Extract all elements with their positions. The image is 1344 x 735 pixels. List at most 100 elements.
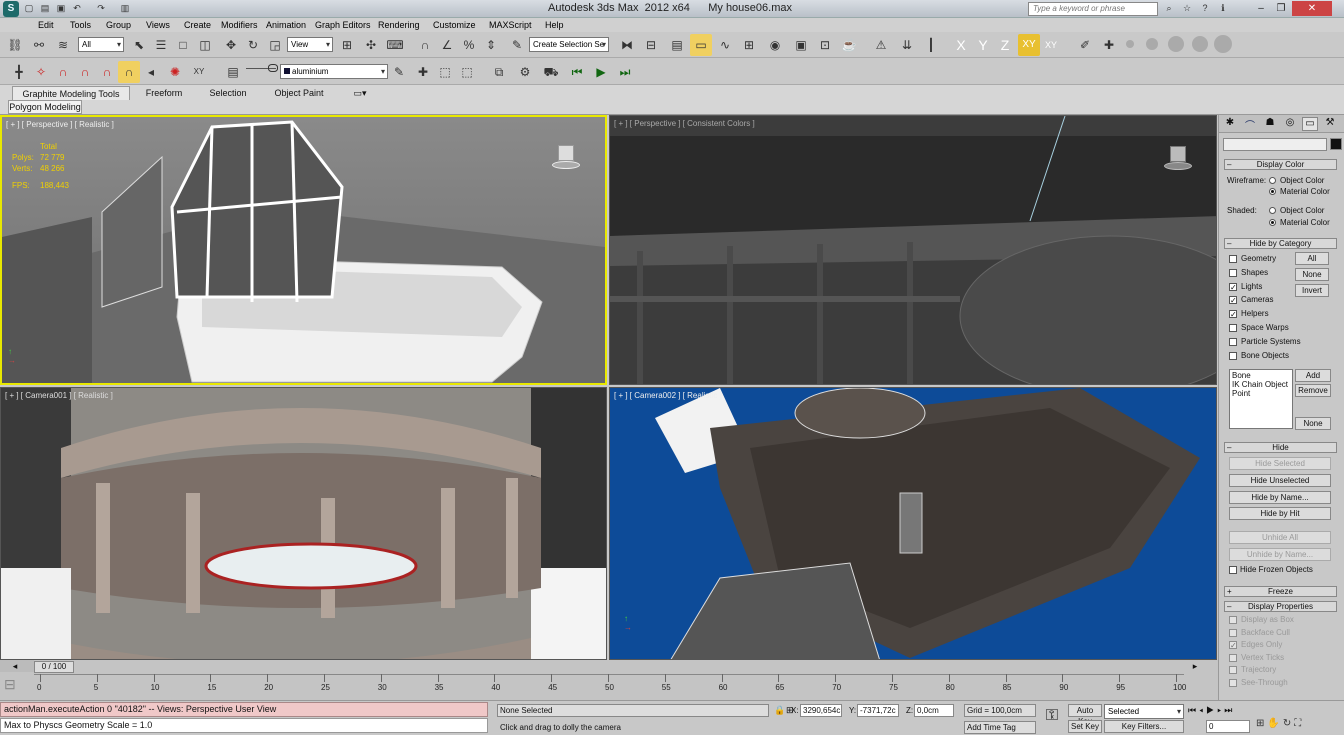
layer-add-icon[interactable]: ✎ [388,61,410,83]
viewport-br-label[interactable]: [ + ] [ Camera002 ] [ Realistic ] [614,391,722,400]
current-frame-field[interactable]: 0 [1206,720,1250,733]
z-coordinate-field[interactable]: 0,0cm [914,704,954,717]
viewport-bl-label[interactable]: [ + ] [ Camera001 ] [ Realistic ] [5,391,113,400]
menu-help[interactable]: Help [545,18,564,32]
set-key-icon[interactable]: ⚿ [1040,707,1064,731]
helper-tool-icon[interactable]: ╋ [8,61,30,83]
edit-icon[interactable]: ✐ [1074,34,1096,56]
hide-button[interactable]: Unhide by Name... [1229,548,1331,561]
physics-icon[interactable]: ⛟ [540,61,562,83]
brush-medium-icon[interactable] [1146,38,1158,50]
hide-button[interactable]: Hide by Hit [1229,507,1331,521]
list-item[interactable]: Bone [1232,371,1290,380]
viewcube-tr-icon[interactable] [1158,144,1198,172]
modify-icon[interactable]: ⌒ [1242,117,1258,132]
hide-button[interactable]: Hide Selected [1229,457,1331,470]
slider-prev-icon[interactable]: ◂ [8,661,22,673]
align-icon[interactable]: ⊟ [640,34,662,56]
axis-x[interactable]: X [950,34,972,56]
menu-edit[interactable]: Edit [38,18,54,32]
time-slider[interactable]: 0 / 100 [34,661,74,673]
keyboard-shortcut-icon[interactable]: ⌨ [384,34,406,56]
bind-spacewarp-icon[interactable]: ≋ [52,34,74,56]
add-time-tag-button[interactable]: Add Time Tag [964,721,1036,734]
lock-selection-icon[interactable]: 🔒 [774,705,785,715]
undo-icon[interactable]: ↶ [70,2,84,15]
viewport-navigation-icons[interactable]: ⊞✋↻⛶ [1256,718,1344,732]
tab-graphite-modeling[interactable]: Graphite Modeling Tools [12,86,130,100]
play-back-icon[interactable]: ⏮ [566,61,588,83]
minimize-button[interactable]: – [1252,1,1270,16]
viewport-bottom-left[interactable]: [ + ] [ Camera001 ] [ Realistic ] [0,387,607,660]
render-icon[interactable]: ☕ [838,34,860,56]
menu-rendering[interactable]: Rendering [378,18,420,32]
layer-manager-icon[interactable]: ▤ [666,34,688,56]
percent-snap-icon[interactable]: % [458,34,480,56]
maxscript-listener-input[interactable]: Max to Physcs Geometry Scale = 1.0 [0,718,488,733]
category-checkbox-shapes[interactable] [1229,268,1237,277]
menu-group[interactable]: Group [106,18,131,32]
key-mode-dropdown[interactable]: Selected [1104,704,1184,719]
viewport-bottom-right[interactable]: [ + ] [ Camera002 ] [ Realistic ] ↑ → [609,387,1217,660]
viewport-top-left[interactable]: [ + ] [ Perspective ] [ Realistic ] Tota… [0,115,607,385]
light-bulb-icon[interactable] [268,64,278,72]
category-list-none-button[interactable]: None [1295,417,1331,430]
y-coordinate-field[interactable]: -7371,72c [857,704,899,717]
display-property-checkbox[interactable] [1229,666,1237,675]
sphere-tool-icon[interactable]: ✺ [164,61,186,83]
hide-frozen-checkbox[interactable] [1229,566,1237,574]
category-all-button[interactable]: All [1295,252,1329,265]
shaded-object-color-radio[interactable] [1269,207,1276,214]
open-icon[interactable]: ▤ [38,2,52,15]
menu-customize[interactable]: Customize [433,18,476,32]
menu-graph-editors[interactable]: Graph Editors [315,18,371,32]
binoculars-icon[interactable]: ⌕ [1162,2,1176,15]
play-icon[interactable]: ▶ [590,61,612,83]
category-checkbox-lights[interactable]: ✓ [1229,282,1237,291]
restore-button[interactable]: ❐ [1272,1,1290,16]
utilities-icon[interactable]: ⚒ [1322,117,1338,131]
category-checkbox-geometry[interactable] [1229,255,1237,263]
snap-toggle-icon[interactable]: ∩ [414,34,436,56]
auto-key-button[interactable]: Auto Key [1068,704,1102,726]
close-button[interactable]: ✕ [1292,1,1332,16]
hold-icon[interactable]: ▥ [118,2,132,15]
hide-button[interactable]: Hide Unselected [1229,473,1331,487]
save-icon[interactable]: ▣ [54,2,68,15]
brush-large-icon[interactable] [1168,36,1184,52]
light-tool-active-icon[interactable]: ∩ [118,61,140,83]
display-property-checkbox[interactable] [1229,628,1237,637]
clone-icon[interactable]: ⧉ [488,61,510,83]
edit-named-selection-icon[interactable]: ✎ [506,34,528,56]
reference-coordinate-dropdown[interactable]: View [287,37,333,52]
mini-curve-editor-icon[interactable]: ⊟ [4,676,28,698]
graphite-toggle-icon[interactable]: ▭ [690,34,712,56]
curve-editor-icon[interactable]: ∿ [714,34,736,56]
viewport-tl-label[interactable]: [ + ] [ Perspective ] [ Realistic ] [6,120,114,129]
axis-y[interactable]: Y [972,34,994,56]
rect-selection-icon[interactable]: □ [172,34,194,56]
brush-small-icon[interactable] [1126,40,1134,48]
list-item[interactable]: IK Chain Object [1232,380,1290,389]
rollout-display-properties[interactable]: – Display Properties [1224,601,1337,612]
rollout-display-color[interactable]: – Display Color [1224,159,1337,170]
subtab-polygon-modeling[interactable]: Polygon Modeling [8,100,82,114]
category-invert-button[interactable]: Invert [1295,284,1329,297]
render-frame-icon[interactable]: ⊡ [814,34,836,56]
spinner-snap-icon[interactable]: ⇕ [480,34,502,56]
key-filters-button[interactable]: Key Filters... [1104,720,1184,733]
redo-icon[interactable]: ↷ [94,2,108,15]
select-object-icon[interactable]: ⬉ [128,34,150,56]
display-property-checkbox[interactable] [1229,679,1237,687]
category-checkbox-helpers[interactable]: ✓ [1229,310,1237,319]
object-name-field[interactable] [1223,138,1327,151]
xy-tool-icon[interactable]: XY [188,61,210,83]
category-extra-list[interactable]: Bone IK Chain Object Point [1229,369,1293,429]
mirror-icon[interactable]: ⧓ [616,34,638,56]
playback-controls[interactable]: ⏮◂▶▸⏭ [1188,705,1298,717]
star-icon[interactable]: ☆ [1180,2,1194,15]
link-icon[interactable]: ⛓ [4,34,26,56]
viewport-tr-label[interactable]: [ + ] [ Perspective ] [ Consistent Color… [614,119,755,128]
flag-icon[interactable]: ◂ [140,61,162,83]
constraint-icon[interactable]: ⇊ [896,34,918,56]
